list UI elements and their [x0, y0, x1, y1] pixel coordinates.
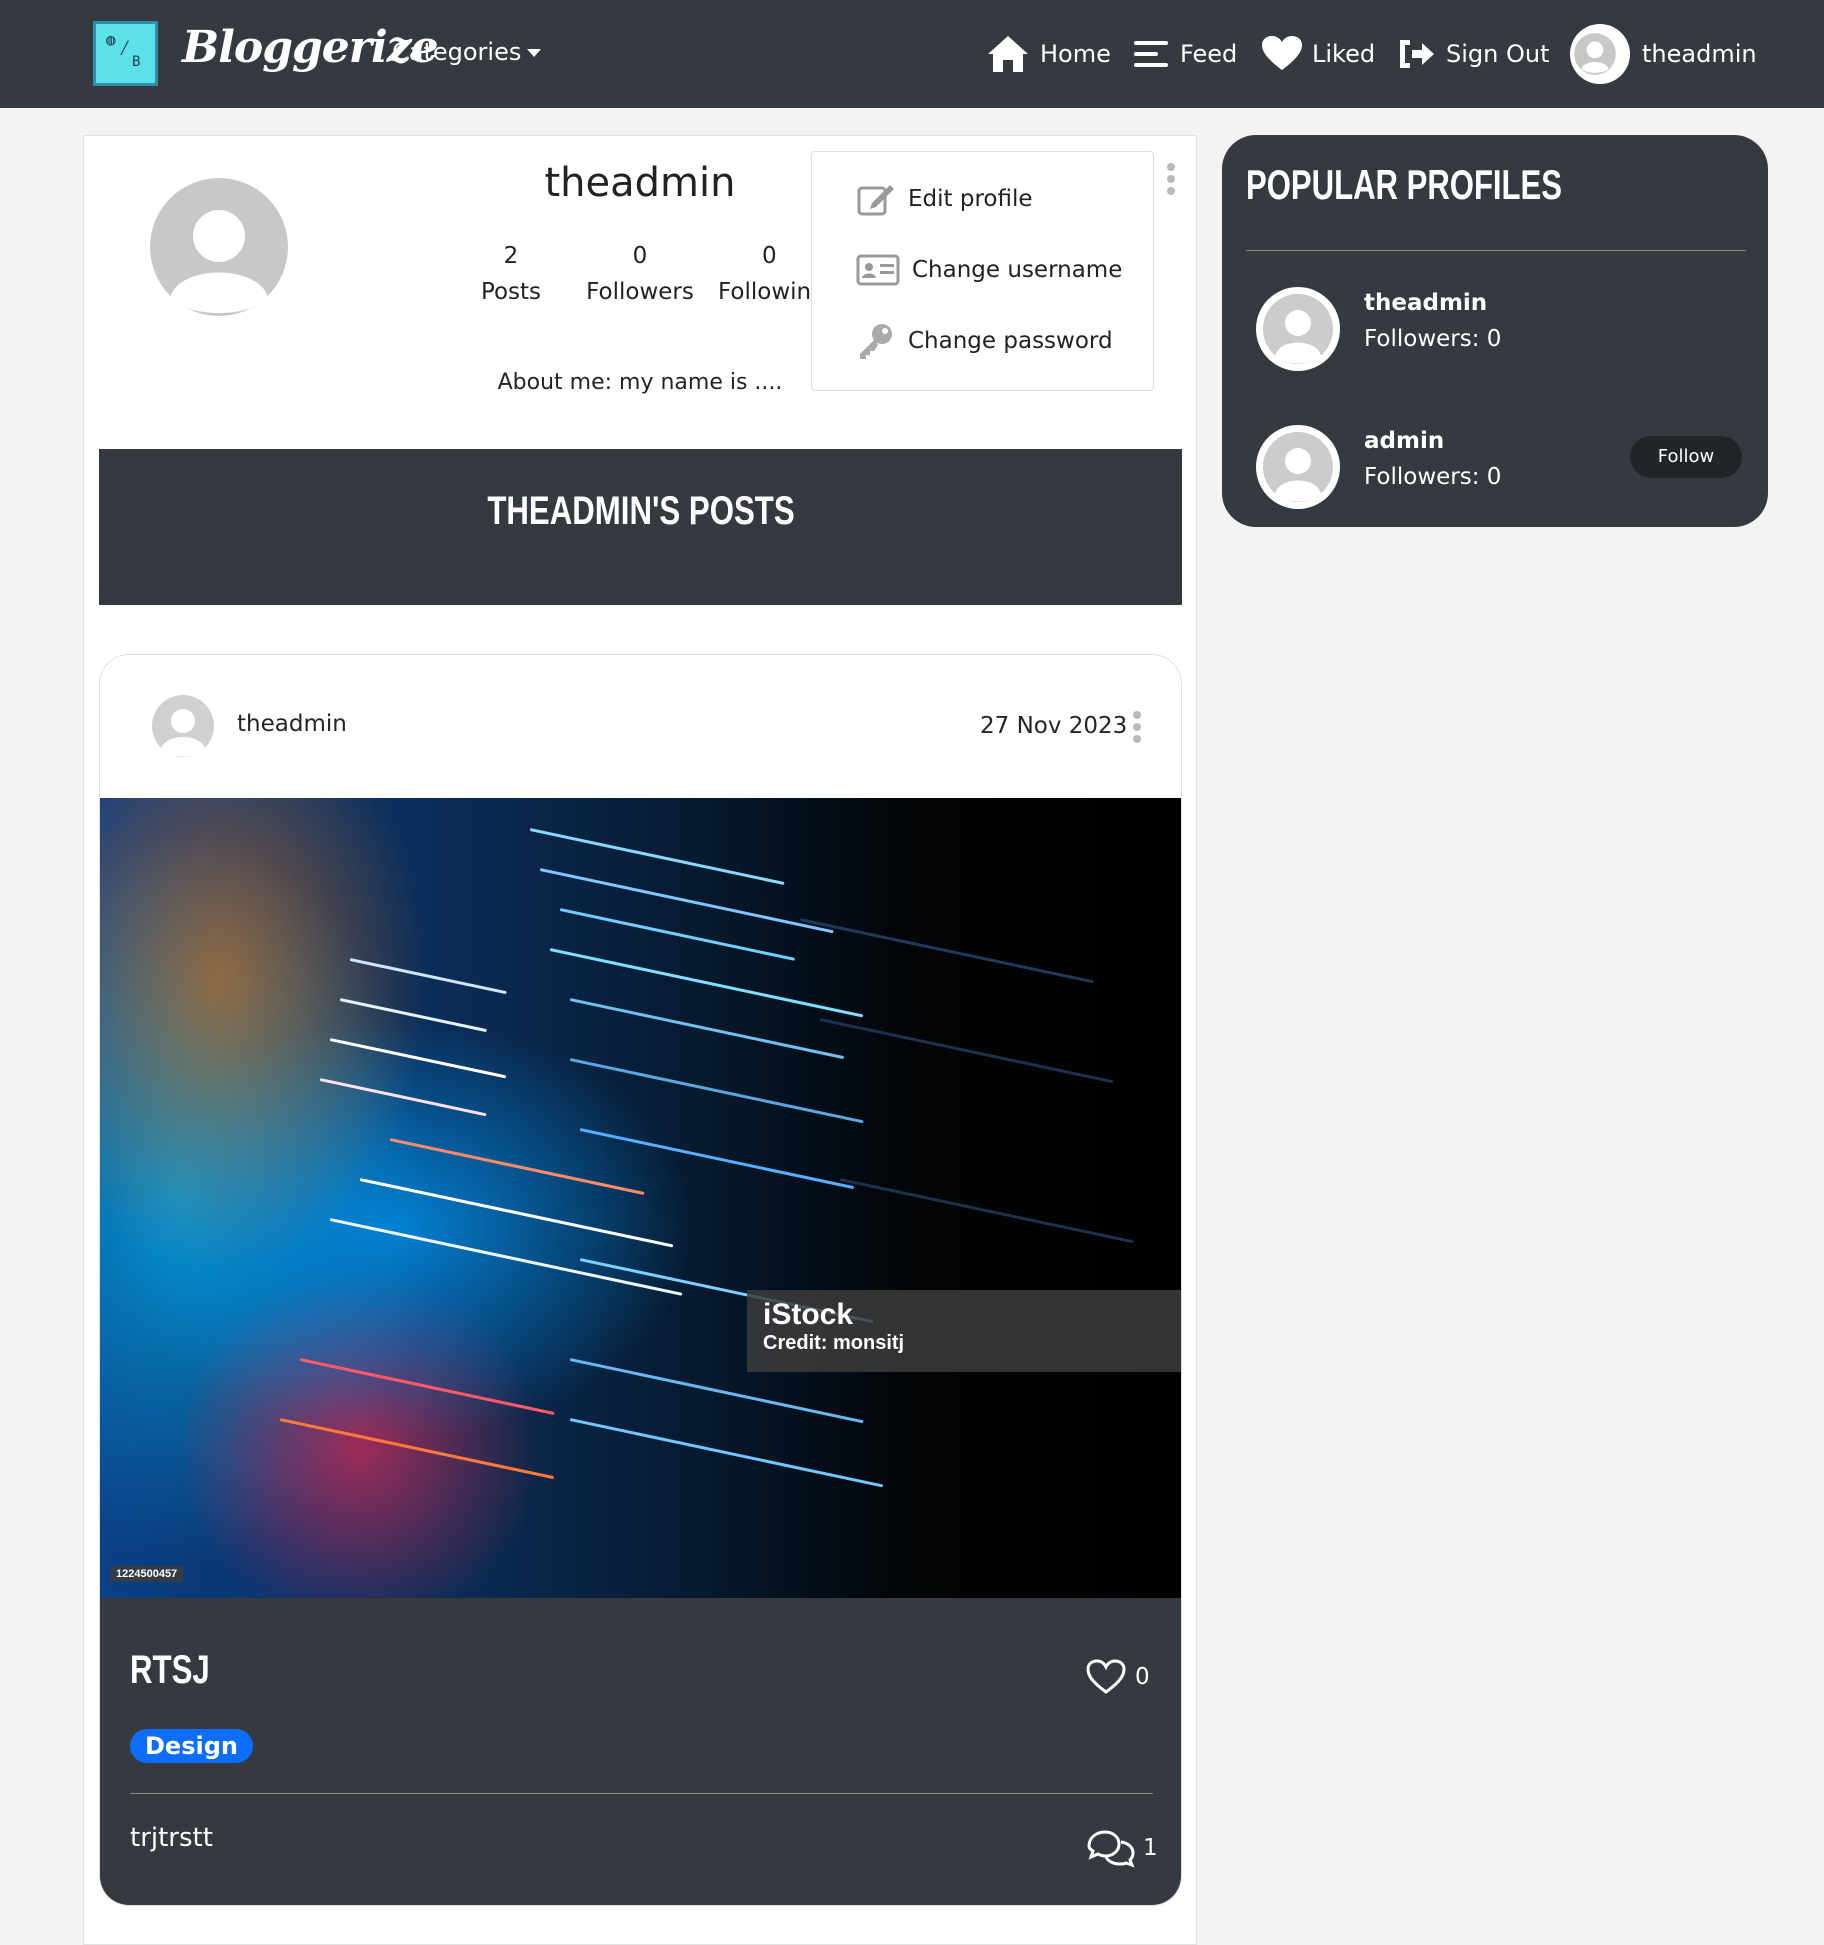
- profile-avatar-theadmin[interactable]: [1256, 287, 1340, 371]
- nav-feed-label: Feed: [1180, 40, 1238, 68]
- nav-username: theadmin: [1642, 40, 1757, 68]
- comments-button[interactable]: 1: [1085, 1828, 1158, 1868]
- about-me: About me: my name is ....: [497, 370, 783, 395]
- profile-avatar-admin[interactable]: [1256, 425, 1340, 509]
- image-watermark: iStock Credit: monsitj: [747, 1290, 1181, 1372]
- categories-label: Categories: [392, 38, 522, 66]
- change-username-item[interactable]: Change username: [856, 248, 1122, 292]
- posts-heading-text: THEADMIN'S POSTS: [486, 489, 795, 533]
- user-avatar-icon: [1574, 33, 1616, 75]
- user-avatar-icon: [1275, 448, 1321, 502]
- divider: [1246, 250, 1746, 251]
- comments-icon: [1087, 1830, 1135, 1868]
- profile-options-menu: Edit profile Change username Change pass…: [811, 151, 1154, 391]
- nav-home-link[interactable]: Home: [986, 34, 1111, 74]
- post-kebab-icon[interactable]: [1133, 711, 1141, 747]
- feed-icon: [1134, 41, 1168, 67]
- post-body: trjtrstt: [130, 1823, 213, 1853]
- edit-profile-item[interactable]: Edit profile: [856, 177, 1033, 221]
- image-id: 1224500457: [110, 1566, 184, 1582]
- home-icon: [988, 36, 1028, 72]
- post-author-avatar: [152, 695, 214, 757]
- posts-heading: THEADMIN'S POSTS: [99, 449, 1182, 605]
- nav-user-link[interactable]: theadmin: [1570, 24, 1757, 84]
- avatar: [1570, 24, 1630, 84]
- user-avatar-icon: [170, 210, 268, 313]
- nav-liked-link[interactable]: Liked: [1262, 34, 1375, 74]
- key-icon: [860, 324, 892, 359]
- nav-home-label: Home: [1040, 40, 1111, 68]
- stat-followers[interactable]: 0 Followers: [570, 238, 710, 310]
- post-author[interactable]: theadmin: [237, 711, 347, 737]
- sidebar-title: POPULAR PROFILES: [1246, 161, 1673, 209]
- comment-count: 1: [1143, 1835, 1158, 1861]
- nav-liked-label: Liked: [1312, 40, 1376, 68]
- change-password-label: Change password: [908, 328, 1113, 354]
- post-title[interactable]: RTSJ: [130, 1648, 232, 1693]
- stat-following[interactable]: 0 Following: [700, 238, 820, 310]
- follow-button[interactable]: Follow: [1630, 436, 1742, 478]
- following-label: Following: [718, 279, 820, 305]
- nav-signout-label: Sign Out: [1446, 40, 1550, 68]
- profile-name-admin[interactable]: admin: [1364, 428, 1444, 454]
- post-image[interactable]: iStock Credit: monsitj 1224500457: [100, 798, 1181, 1598]
- change-password-item[interactable]: Change password: [856, 319, 1113, 363]
- logo-icon[interactable]: ◍ ⁄ B: [93, 21, 158, 86]
- profile-name-theadmin[interactable]: theadmin: [1364, 290, 1487, 316]
- watermark-brand: iStock: [763, 1298, 854, 1331]
- following-count: 0: [762, 243, 777, 269]
- heart-icon: [1262, 36, 1302, 70]
- stat-posts: 2 Posts: [441, 238, 581, 310]
- profile-menu-kebab-icon[interactable]: [1167, 163, 1175, 199]
- divider: [130, 1793, 1153, 1794]
- post-footer: RTSJ 0 Design trjtrstt 1: [100, 1598, 1181, 1905]
- like-count: 0: [1135, 1664, 1150, 1690]
- like-button[interactable]: 0: [1085, 1658, 1150, 1696]
- sign-out-icon: [1400, 40, 1434, 68]
- change-username-label: Change username: [912, 257, 1123, 283]
- edit-profile-label: Edit profile: [908, 186, 1033, 212]
- heart-outline-icon: [1086, 1659, 1126, 1694]
- caret-down-icon: [527, 49, 542, 57]
- popular-profiles-panel: POPULAR PROFILES theadmin Followers: 0 a…: [1222, 135, 1768, 527]
- followers-count: 0: [632, 243, 648, 269]
- posts-count: 2: [503, 243, 519, 269]
- followers-label: Followers: [586, 279, 694, 305]
- id-card-icon: [856, 254, 900, 286]
- post-title-text: RTSJ: [130, 1648, 210, 1692]
- user-avatar-icon: [1275, 310, 1321, 364]
- profile-username: theadmin: [544, 160, 736, 206]
- top-navbar: ◍ ⁄ B Bloggerize Categories Home Feed Li…: [0, 0, 1824, 108]
- posts-label: Posts: [480, 279, 542, 305]
- nav-feed-link[interactable]: Feed: [1132, 34, 1237, 74]
- profile-avatar: [150, 178, 288, 316]
- categories-dropdown[interactable]: Categories: [392, 38, 542, 66]
- post-date: 27 Nov 2023: [980, 713, 1128, 739]
- profile-followers-theadmin: Followers: 0: [1364, 326, 1502, 352]
- watermark-credit: Credit: monsitj: [763, 1332, 905, 1354]
- post-card: theadmin 27 Nov 2023 iStock Credit: mons…: [99, 654, 1182, 1906]
- edit-icon: [857, 185, 894, 216]
- nav-signout-link[interactable]: Sign Out: [1396, 34, 1550, 74]
- user-avatar-icon: [161, 709, 205, 757]
- sidebar-title-text: POPULAR PROFILES: [1246, 161, 1563, 208]
- category-badge[interactable]: Design: [130, 1729, 253, 1763]
- profile-followers-admin: Followers: 0: [1364, 464, 1502, 490]
